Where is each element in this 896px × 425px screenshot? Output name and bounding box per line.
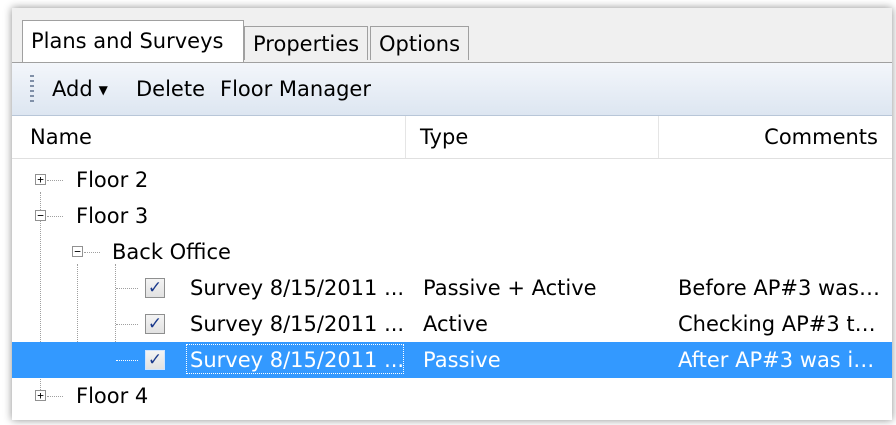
- tree-connector: [47, 396, 63, 397]
- survey-row-selected[interactable]: ✓ Survey 8/15/2011 ... Passive After AP#…: [12, 342, 892, 378]
- tree-connector: [84, 252, 100, 253]
- tree-item-label: Floor 4: [76, 384, 149, 408]
- tree-connector: [47, 180, 63, 181]
- collapse-icon[interactable]: −: [72, 246, 83, 257]
- tab-options[interactable]: Options: [370, 26, 470, 60]
- tree-item-floor-2[interactable]: + Floor 2: [12, 162, 892, 198]
- survey-row[interactable]: ✓ Survey 8/15/2011 ... Active Checking A…: [12, 306, 892, 342]
- floor-manager-button[interactable]: Floor Manager: [220, 75, 371, 103]
- tree-item-label: Floor 3: [76, 204, 149, 228]
- tree-item-label: Back Office: [112, 240, 231, 264]
- tree-item-floor-3[interactable]: − Floor 3: [12, 198, 892, 234]
- survey-comment: After AP#3 was in...: [678, 348, 886, 372]
- survey-name: Survey 8/15/2011 ...: [190, 276, 405, 300]
- tree-item-floor-4[interactable]: + Floor 4: [12, 378, 892, 414]
- survey-type: Passive + Active: [423, 276, 597, 300]
- survey-comment: Before AP#3 was i...: [678, 276, 886, 300]
- column-header-comments[interactable]: Comments: [658, 116, 892, 158]
- toolbar-grip[interactable]: [30, 75, 34, 103]
- expand-icon[interactable]: +: [35, 390, 46, 401]
- tree-connector: [116, 360, 138, 361]
- tree-connector: [47, 216, 63, 217]
- expand-icon[interactable]: +: [35, 174, 46, 185]
- tab-strip: Plans and Surveys Properties Options: [12, 8, 892, 63]
- delete-button[interactable]: Delete: [136, 75, 205, 103]
- tree-item-back-office[interactable]: − Back Office: [12, 234, 892, 270]
- survey-checkbox[interactable]: ✓: [145, 278, 165, 298]
- collapse-icon[interactable]: −: [35, 210, 46, 221]
- survey-type: Passive: [423, 348, 501, 372]
- survey-name: Survey 8/15/2011 ...: [190, 348, 405, 372]
- tab-properties[interactable]: Properties: [244, 26, 369, 60]
- tree-connector: [116, 324, 138, 325]
- add-button-label: Add: [52, 77, 93, 101]
- survey-comment: Checking AP#3 th...: [678, 312, 886, 336]
- survey-panel: Plans and Surveys Properties Options Add…: [12, 8, 892, 420]
- survey-checkbox[interactable]: ✓: [145, 314, 165, 334]
- dropdown-arrow-icon: ▼: [98, 83, 108, 97]
- column-header-name[interactable]: Name: [30, 116, 405, 158]
- survey-type: Active: [423, 312, 488, 336]
- tree-item-label: Floor 2: [76, 168, 149, 192]
- survey-checkbox[interactable]: ✓: [145, 350, 165, 370]
- tab-plans-and-surveys[interactable]: Plans and Surveys: [22, 20, 244, 62]
- survey-name: Survey 8/15/2011 ...: [190, 312, 405, 336]
- add-button[interactable]: Add ▼: [52, 75, 108, 103]
- survey-row[interactable]: ✓ Survey 8/15/2011 ... Passive + Active …: [12, 270, 892, 306]
- column-header-type[interactable]: Type: [405, 116, 658, 158]
- tree-connector: [116, 288, 138, 289]
- toolbar: Add ▼ Delete Floor Manager: [12, 63, 892, 116]
- column-header: Name Type Comments: [12, 116, 892, 159]
